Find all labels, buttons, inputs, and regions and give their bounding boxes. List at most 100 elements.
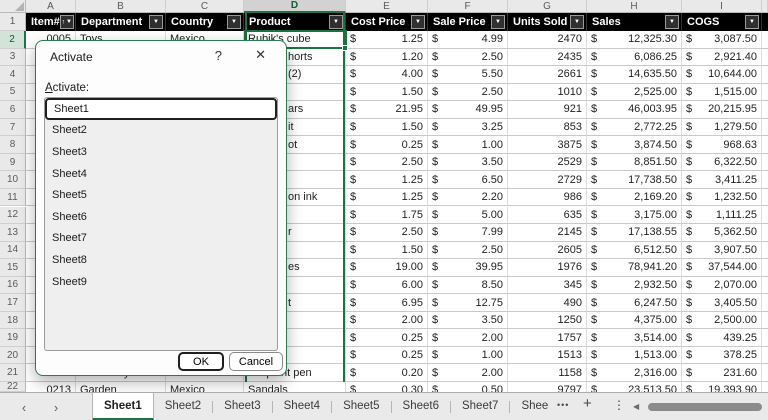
sheet-option-sheet8[interactable]: Sheet8 [45, 249, 277, 271]
cell-cogs[interactable]: $20,215.95 [682, 101, 762, 119]
sheet-listbox[interactable]: Sheet1 Sheet2 Sheet3 Sheet4 Sheet5 Sheet6 Shee… [44, 97, 278, 351]
cell-units[interactable]: 1158 [508, 364, 587, 382]
cell-sales[interactable]: $14,635.50 [587, 66, 682, 84]
cell-units[interactable]: 1513 [508, 346, 587, 365]
row-number-6[interactable]: 6 [0, 101, 26, 119]
help-icon[interactable]: ? [215, 48, 222, 63]
sheet-option-sheet1[interactable]: Sheet1 [45, 98, 277, 120]
cell-cogs[interactable]: $6,322.50 [682, 153, 762, 172]
tab-sheet4[interactable]: Sheet4 [273, 393, 331, 420]
sheet-option-sheet9[interactable]: Sheet9 [45, 271, 277, 293]
cell-units[interactable]: 9797 [508, 382, 587, 392]
cell-sales[interactable]: $3,175.00 [587, 206, 682, 225]
cell-sales[interactable]: $6,247.50 [587, 294, 682, 312]
sheet-option-sheet7[interactable]: Sheet7 [45, 228, 277, 250]
cell-cost[interactable]: $0.25 [346, 346, 428, 365]
cell-sale[interactable]: $6.50 [428, 171, 508, 189]
tab-sheet1[interactable]: Sheet1 [92, 393, 154, 420]
cell-sales[interactable]: $2,772.25 [587, 118, 682, 137]
row-number-16[interactable]: 16 [0, 276, 26, 295]
cell-cost[interactable]: $21.95 [346, 101, 428, 119]
cell-cogs[interactable]: $439.25 [682, 329, 762, 347]
tabs-scroll-left-icon[interactable]: ‹ [14, 393, 34, 420]
cell-sale[interactable]: $2.20 [428, 188, 508, 207]
cell-sales[interactable]: $46,003.95 [587, 101, 682, 119]
cell-units[interactable]: 1250 [508, 311, 587, 330]
cell-cost[interactable]: $1.50 [346, 83, 428, 102]
row-number-12[interactable]: 12 [0, 206, 26, 225]
tab-shee[interactable]: Shee [510, 393, 559, 420]
row-number-8[interactable]: 8 [0, 136, 26, 154]
cell-sale[interactable]: $2.50 [428, 241, 508, 260]
row-number-14[interactable]: 14 [0, 241, 26, 260]
cell-cost[interactable]: $6.00 [346, 276, 428, 295]
cell-cost[interactable]: $2.00 [346, 311, 428, 330]
cell-sales[interactable]: $4,375.00 [587, 311, 682, 330]
cell-sale[interactable]: $2.50 [428, 83, 508, 102]
tab-sheet6[interactable]: Sheet6 [392, 393, 450, 420]
cell-sale[interactable]: $3.25 [428, 118, 508, 137]
cell-cost[interactable]: $1.20 [346, 48, 428, 67]
row-number-4[interactable]: 4 [0, 66, 26, 84]
cell-units[interactable]: 2729 [508, 171, 587, 189]
row-number-21[interactable]: 21 [0, 364, 26, 382]
row-number-15[interactable]: 15 [0, 259, 26, 277]
cell-sales[interactable]: $3,514.00 [587, 329, 682, 347]
cell-cogs[interactable]: $1,279.50 [682, 118, 762, 137]
cell-cost[interactable]: $6.95 [346, 294, 428, 312]
cell-sales[interactable]: $78,941.20 [587, 259, 682, 277]
cell-sale[interactable]: $39.95 [428, 259, 508, 277]
row-number-2[interactable]: 2 [0, 31, 26, 49]
column-letter-B[interactable]: B [76, 0, 166, 13]
cell-units[interactable]: 490 [508, 294, 587, 312]
row-number-17[interactable]: 17 [0, 294, 26, 312]
cell-sale[interactable]: $1.00 [428, 136, 508, 154]
cell-units[interactable]: 2435 [508, 48, 587, 67]
cell-units[interactable]: 2661 [508, 66, 587, 84]
ok-button[interactable]: OK [178, 352, 224, 371]
cell-sale[interactable]: $12.75 [428, 294, 508, 312]
cell-cost[interactable]: $1.25 [346, 171, 428, 189]
cell-cogs[interactable]: $3,405.50 [682, 294, 762, 312]
cell-units[interactable]: 345 [508, 276, 587, 295]
header-cell-cogs[interactable]: COGS ▼ [682, 13, 762, 31]
cell-cost[interactable]: $0.20 [346, 364, 428, 382]
column-letter-F[interactable]: F [428, 0, 508, 13]
cell-cost[interactable]: $1.25 [346, 188, 428, 207]
cell-cost[interactable]: $2.50 [346, 153, 428, 172]
cell-sale[interactable]: $3.50 [428, 153, 508, 172]
fill-handle[interactable] [342, 45, 348, 51]
cell-sales[interactable]: $6,086.25 [587, 48, 682, 67]
cell-sale[interactable]: $0.50 [428, 382, 508, 392]
tab-sheet3[interactable]: Sheet3 [213, 393, 271, 420]
cancel-button[interactable]: Cancel [229, 352, 283, 371]
tabs-scroll-right-icon[interactable]: › [46, 393, 66, 420]
cell-sale[interactable]: $1.00 [428, 346, 508, 365]
filter-dropdown-icon[interactable]: ▼ [491, 15, 505, 29]
sort-filter-icon[interactable]: ↑ ▼ [59, 15, 74, 29]
cell-units[interactable]: 3875 [508, 136, 587, 154]
cell-units[interactable]: 1976 [508, 259, 587, 277]
row-number-3[interactable]: 3 [0, 48, 26, 67]
cell-cogs[interactable]: $3,087.50 [682, 31, 762, 49]
cell-cogs[interactable]: $19,393.90 [682, 382, 762, 392]
header-cell-sales[interactable]: Sales ▼ [587, 13, 682, 31]
tab-overflow-icon[interactable]: ••• [557, 400, 569, 410]
header-cell-cost[interactable]: Cost Price ▼ [346, 13, 428, 31]
filter-dropdown-icon[interactable]: ▼ [665, 15, 679, 29]
cell-sale[interactable]: $4.99 [428, 31, 508, 49]
cell-cogs[interactable]: $5,362.50 [682, 224, 762, 242]
tab-sheet5[interactable]: Sheet5 [332, 393, 390, 420]
sheet-option-sheet6[interactable]: Sheet6 [45, 206, 277, 228]
row-number-19[interactable]: 19 [0, 329, 26, 347]
cell-sales[interactable]: $2,525.00 [587, 83, 682, 102]
column-letter-E[interactable]: E [346, 0, 428, 13]
cell-sale[interactable]: $3.50 [428, 311, 508, 330]
cell-cost[interactable]: $2.50 [346, 224, 428, 242]
cell-cogs[interactable]: $1,232.50 [682, 188, 762, 207]
cell-sales[interactable]: $1,513.00 [587, 346, 682, 365]
cell-units[interactable]: 635 [508, 206, 587, 225]
cell-cogs[interactable]: $3,907.50 [682, 241, 762, 260]
row-number-9[interactable]: 9 [0, 153, 26, 172]
close-icon[interactable]: ✕ [255, 47, 266, 63]
